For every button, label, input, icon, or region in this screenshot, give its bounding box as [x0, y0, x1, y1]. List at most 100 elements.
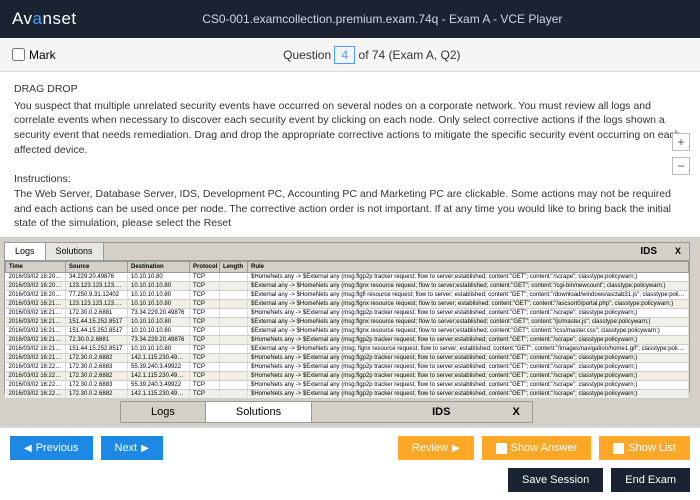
table-cell: 2016/03/02 16:20.9013: [6, 290, 66, 299]
instructions-label: Instructions:: [14, 172, 686, 187]
question-type: DRAG DROP: [14, 82, 686, 97]
table-cell: 10.10.10.10.80: [128, 317, 190, 326]
footer-bar: ◀Previous Next▶ Review▶ Show Answer Show…: [0, 427, 700, 468]
table-cell: TCP: [190, 389, 220, 398]
simulation-area: Logs Solutions IDS X Time Source Destina…: [0, 237, 700, 427]
instructions-body: The Web Server, Database Server, IDS, De…: [14, 187, 686, 231]
table-cell: TCP: [190, 335, 220, 344]
table-cell: 142.1.115.230.49232: [128, 371, 190, 380]
table-cell: 172.30.0.2.6883: [66, 362, 128, 371]
table-cell: $External any -> $HomeNets any (msg:flgn…: [248, 317, 689, 326]
table-row[interactable]: 2016/03/02 16:21.2464151.44.15.252.85171…: [6, 317, 689, 326]
table-cell: 151.44.15.252.8517: [66, 317, 128, 326]
end-exam-button[interactable]: End Exam: [611, 468, 690, 492]
table-cell: 172.30.0.2.6882: [66, 389, 128, 398]
table-row[interactable]: 2016/03/02 16:21.0032123.123.123.123.592…: [6, 299, 689, 308]
col-rule: Rule: [248, 261, 689, 272]
table-cell: 10.10.10.10.80: [128, 326, 190, 335]
title-bar: Avanset CS0-001.examcollection.premium.e…: [0, 0, 700, 38]
table-row[interactable]: 2016/03/02 16:22.1925172.30.0.2.688355.3…: [6, 380, 689, 389]
table-cell: $HomeNets any -> $External any (msg:flgp…: [248, 371, 689, 380]
table-cell: TCP: [190, 362, 220, 371]
table-row[interactable]: 2016/03/02 16:21.5491151.44.15.252.85171…: [6, 344, 689, 353]
table-cell: $External any -> $HomeNets any (msg:flgn…: [248, 281, 689, 290]
table-cell: 2016/03/02 16:22.1925: [6, 380, 66, 389]
table-cell: 151.44.15.252.8517: [66, 326, 128, 335]
review-button[interactable]: Review▶: [398, 436, 474, 460]
bottom-tab-solutions[interactable]: Solutions: [206, 402, 312, 422]
save-session-button[interactable]: Save Session: [508, 468, 603, 492]
table-cell: 2016/03/02 16:22.0910: [6, 362, 66, 371]
table-row[interactable]: 2016/03/02 16:20.293434.229.20.4987610.1…: [6, 272, 689, 281]
show-answer-button[interactable]: Show Answer: [482, 436, 592, 460]
table-cell: TCP: [190, 290, 220, 299]
bottom-close-icon[interactable]: X: [500, 402, 531, 422]
table-cell: 10.10.10.10.80: [128, 290, 190, 299]
question-text: DRAG DROP You suspect that multiple unre…: [0, 72, 700, 237]
table-row[interactable]: 2016/03/02 16:20.8142123.123.123.123.592…: [6, 281, 689, 290]
ids-title: IDS: [630, 243, 667, 260]
table-row[interactable]: 2016/03/02 16:21.3637151.44.15.252.85171…: [6, 326, 689, 335]
bottom-tab-logs[interactable]: Logs: [121, 402, 206, 422]
question-number: 4: [334, 46, 355, 64]
table-cell: 10.10.10.10.80: [128, 281, 190, 290]
table-cell: [220, 299, 248, 308]
close-icon[interactable]: X: [667, 243, 689, 260]
table-cell: TCP: [190, 344, 220, 353]
tab-logs[interactable]: Logs: [5, 243, 46, 260]
table-cell: 172.30.0.2.6881: [66, 308, 128, 317]
question-bar: Mark Question 4 of 74 (Exam A, Q2): [0, 38, 700, 72]
table-row[interactable]: 2016/03/02 16:20.901377.250.9.31.1240210…: [6, 290, 689, 299]
col-source: Source: [66, 261, 128, 272]
table-cell: $HomeNets any -> $External any (msg:flgp…: [248, 380, 689, 389]
table-row[interactable]: 2016/03/02 16:22.0910172.30.0.2.688355.3…: [6, 362, 689, 371]
table-row[interactable]: 2016/03/02 16:22.3771172.30.0.2.6882142.…: [6, 389, 689, 398]
table-cell: [220, 389, 248, 398]
table-cell: $External any -> $HomeNets any (msg:flgn…: [248, 299, 689, 308]
table-cell: 73.34.229.20.49876: [128, 335, 190, 344]
arrow-right-icon: ▶: [141, 443, 149, 454]
table-cell: TCP: [190, 326, 220, 335]
table-cell: [220, 326, 248, 335]
table-cell: 2016/03/02 16:21.5491: [6, 344, 66, 353]
table-cell: [220, 362, 248, 371]
zoom-out-button[interactable]: −: [672, 157, 690, 175]
table-cell: $HomeNets any -> $External any (msg:flgp…: [248, 308, 689, 317]
col-destination: Destination: [128, 261, 190, 272]
table-cell: 10.10.10.80: [128, 272, 190, 281]
table-row[interactable]: 2016/03/02 16:21.6812172.30.0.2.6882142.…: [6, 353, 689, 362]
table-row[interactable]: 2016/03/02 16:21.0961172.30.0.2.688173.3…: [6, 308, 689, 317]
next-button[interactable]: Next▶: [101, 436, 163, 460]
mark-checkbox[interactable]: [12, 48, 25, 61]
previous-button[interactable]: ◀Previous: [10, 436, 93, 460]
table-header-row: Time Source Destination Protocol Length …: [6, 261, 689, 272]
table-cell: 142.1.115.230.49232: [128, 353, 190, 362]
table-cell: TCP: [190, 299, 220, 308]
table-cell: $External any -> $HomeNets any (msg; flg…: [248, 344, 689, 353]
table-cell: 123.123.123.123.5922: [66, 299, 128, 308]
table-cell: $External any -> $HomeNets any (msg:flgf…: [248, 290, 689, 299]
ids-panel: Logs Solutions IDS X Time Source Destina…: [4, 242, 690, 393]
table-cell: [220, 290, 248, 299]
zoom-in-button[interactable]: +: [672, 133, 690, 151]
table-cell: [220, 272, 248, 281]
bottom-ids-label: IDS: [312, 402, 500, 422]
table-cell: 2016/03/02 16:21.0032: [6, 299, 66, 308]
arrow-left-icon: ◀: [24, 443, 32, 454]
table-cell: $HomeNets any -> $External any (msg:flgp…: [248, 272, 689, 281]
table-row[interactable]: 2016/03/02 16:22.1371172.30.0.2.6882142.…: [6, 371, 689, 380]
table-cell: $HomeNets any -> $External any (msg:flgp…: [248, 335, 689, 344]
table-cell: 2016/03/02 16:20.2934: [6, 272, 66, 281]
table-cell: 77.250.9.31.12402: [66, 290, 128, 299]
table-row[interactable]: 2016/03/02 16:21.478972.30.0.2.688173.34…: [6, 335, 689, 344]
table-cell: [220, 380, 248, 389]
table-cell: $HomeNets any -> $External any (msg:flgp…: [248, 389, 689, 398]
table-cell: TCP: [190, 371, 220, 380]
tab-solutions[interactable]: Solutions: [46, 243, 104, 260]
footer-bar-2: Save Session End Exam: [0, 468, 700, 500]
table-cell: [220, 353, 248, 362]
show-list-button[interactable]: Show List: [599, 436, 690, 460]
table-cell: 55.39.240.3.49922: [128, 380, 190, 389]
mark-label: Mark: [29, 48, 56, 62]
table-cell: 2016/03/02 16:22.1371: [6, 371, 66, 380]
